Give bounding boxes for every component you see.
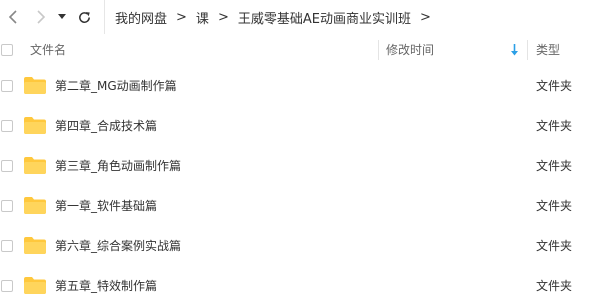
file-type: 文件夹 [536,239,573,253]
file-type: 文件夹 [536,119,573,133]
breadcrumb-separator: > [217,9,229,25]
breadcrumb-separator: > [176,9,187,25]
select-all-checkbox[interactable] [1,44,13,56]
breadcrumb: 我的网盘 > 课 > 王威零基础AE动画商业实训班 > [104,0,440,34]
file-row[interactable]: 第六章_综合案例实战篇 文件夹 [0,226,600,266]
file-name[interactable]: 第五章_特效制作篇 [55,266,157,306]
refresh-button[interactable] [74,6,94,28]
file-list-header: 文件名 修改时间 类型 [0,34,600,66]
breadcrumb-item-current-folder[interactable]: 王威零基础AE动画商业实训班 [238,8,411,27]
folder-icon [24,157,46,174]
file-type: 文件夹 [536,79,573,93]
column-header-name[interactable]: 文件名 [30,34,66,66]
row-checkbox[interactable] [1,120,13,132]
row-checkbox[interactable] [1,80,13,92]
file-row[interactable]: 第五章_特效制作篇 文件夹 [0,266,600,306]
row-checkbox[interactable] [1,240,13,252]
chevron-right-icon [37,10,46,24]
forward-button[interactable] [32,6,50,28]
file-type: 文件夹 [536,279,573,293]
breadcrumb-item-course[interactable]: 课 [196,8,209,27]
folder-icon [24,77,46,94]
back-button[interactable] [4,6,22,28]
folder-icon [24,237,46,254]
file-row[interactable]: 第三章_角色动画制作篇 文件夹 [0,146,600,186]
breadcrumb-item-my-drive[interactable]: 我的网盘 [115,8,167,27]
caret-down-icon [58,14,66,19]
column-divider[interactable] [527,40,528,60]
breadcrumb-separator: > [419,9,431,25]
chevron-left-icon [8,10,17,24]
file-name[interactable]: 第四章_合成技术篇 [55,106,157,146]
file-row[interactable]: 第四章_合成技术篇 文件夹 [0,106,600,146]
history-dropdown-button[interactable] [56,6,68,28]
file-name[interactable]: 第二章_MG动画制作篇 [55,66,177,106]
column-header-modified[interactable]: 修改时间 [386,34,434,66]
row-checkbox[interactable] [1,280,13,292]
file-name[interactable]: 第一章_软件基础篇 [55,186,157,226]
refresh-icon [78,11,90,23]
folder-icon [24,277,46,294]
folder-icon [24,117,46,134]
row-checkbox[interactable] [1,160,13,172]
file-name[interactable]: 第六章_综合案例实战篇 [55,226,181,266]
file-name[interactable]: 第三章_角色动画制作篇 [55,146,181,186]
file-type: 文件夹 [536,159,573,173]
toolbar: 我的网盘 > 课 > 王威零基础AE动画商业实训班 > [0,0,600,34]
column-divider[interactable] [378,40,379,60]
file-row[interactable]: 第一章_软件基础篇 文件夹 [0,186,600,226]
arrow-down-icon[interactable] [510,44,519,56]
folder-icon [24,197,46,214]
file-row[interactable]: 第二章_MG动画制作篇 文件夹 [0,66,600,106]
column-header-type[interactable]: 类型 [536,34,560,66]
row-checkbox[interactable] [1,200,13,212]
file-type: 文件夹 [536,199,573,213]
